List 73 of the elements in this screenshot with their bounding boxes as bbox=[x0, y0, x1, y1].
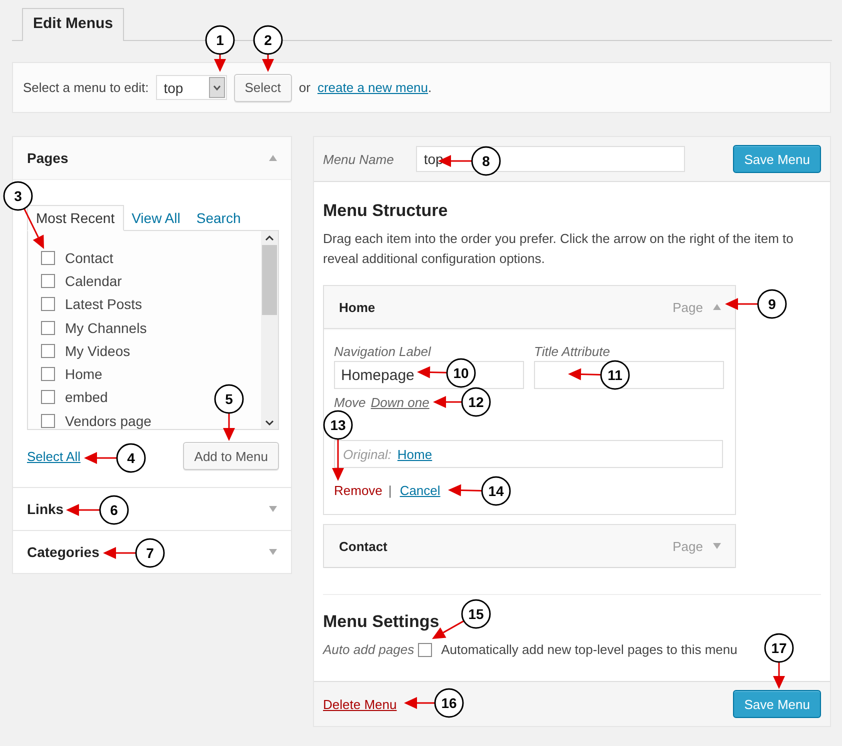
caret-up-icon[interactable] bbox=[265, 235, 274, 241]
callout: 14 bbox=[448, 476, 511, 506]
checkbox[interactable] bbox=[41, 274, 55, 288]
menu-structure-hint: Drag each item into the order you prefer. Click the arrow on the right of the item to reveal additional configuration options. bbox=[323, 230, 794, 268]
caret-down-icon[interactable] bbox=[265, 420, 274, 426]
select-button[interactable]: Select bbox=[234, 74, 292, 102]
checkbox[interactable] bbox=[41, 367, 55, 382]
scrollbar[interactable] bbox=[261, 231, 278, 429]
checkbox[interactable] bbox=[41, 250, 55, 265]
title-attribute-caption: Title Attribute bbox=[534, 344, 611, 359]
move-label: Move bbox=[334, 395, 366, 410]
checkbox[interactable] bbox=[41, 320, 55, 335]
separator: | bbox=[388, 483, 392, 498]
callout: 9 bbox=[725, 289, 787, 319]
section-title[interactable]: Categories bbox=[27, 544, 100, 560]
select-menu-label: Select a menu to edit: bbox=[23, 80, 149, 95]
remove-link[interactable]: Remove bbox=[334, 483, 382, 498]
checkbox[interactable] bbox=[41, 414, 55, 428]
page-label: Calendar bbox=[65, 272, 122, 289]
toggle-icon[interactable] bbox=[269, 506, 277, 512]
page-label: embed bbox=[65, 389, 108, 406]
toggle-icon[interactable] bbox=[713, 543, 721, 549]
callout: 5 bbox=[214, 384, 244, 441]
checkbox[interactable] bbox=[41, 390, 55, 404]
page-label: Vendors page bbox=[65, 412, 152, 429]
menu-structure-heading: Menu Structure bbox=[323, 201, 449, 221]
or-text: or bbox=[298, 80, 310, 95]
callout: 7 bbox=[103, 538, 165, 568]
item-type-label: Page bbox=[672, 300, 703, 314]
item-type-label: Page bbox=[672, 538, 703, 554]
callout: 4 bbox=[84, 443, 146, 473]
callout: 11 bbox=[568, 360, 630, 390]
create-menu-link[interactable]: create a new menu bbox=[317, 80, 428, 95]
section-title[interactable]: Links bbox=[27, 501, 64, 517]
callout: 10 bbox=[417, 358, 476, 388]
add-to-menu-button[interactable]: Add to Menu bbox=[183, 442, 279, 470]
checkbox[interactable] bbox=[41, 344, 55, 358]
pages-tab[interactable]: View All bbox=[124, 206, 188, 230]
callout: 17 bbox=[764, 633, 794, 689]
menu-dropdown[interactable]: top bbox=[156, 75, 227, 100]
original-label: Original: bbox=[343, 446, 392, 462]
callout: 1 bbox=[205, 25, 235, 72]
menu-item-title[interactable]: Home bbox=[339, 300, 376, 314]
delete-menu-link[interactable]: Delete Menu bbox=[323, 696, 397, 712]
callout: 6 bbox=[66, 495, 129, 525]
menu-settings-heading: Menu Settings bbox=[323, 612, 440, 632]
navigation-label-caption: Navigation Label bbox=[334, 344, 432, 359]
pages-title[interactable]: Pages bbox=[27, 150, 68, 166]
pages-tab[interactable]: Most Recent bbox=[27, 205, 124, 231]
checkbox[interactable] bbox=[418, 642, 432, 656]
toggle-icon[interactable] bbox=[269, 155, 277, 161]
menu-name-label: Menu Name bbox=[323, 152, 394, 166]
page-label: Home bbox=[65, 366, 102, 382]
page-label: My Channels bbox=[65, 320, 147, 336]
edit-menus-tab[interactable]: Edit Menus bbox=[22, 8, 124, 41]
callout: 16 bbox=[404, 688, 464, 718]
original-link[interactable]: Home bbox=[397, 446, 432, 462]
period-text: . bbox=[428, 80, 432, 95]
page-label: My Videos bbox=[65, 342, 130, 359]
down-one-link[interactable]: Down one bbox=[370, 395, 430, 410]
auto-add-label: Automatically add new top-level pages to this menu bbox=[441, 642, 738, 657]
callout: 2 bbox=[253, 25, 283, 72]
cancel-link[interactable]: Cancel bbox=[398, 483, 442, 498]
auto-add-caption: Auto add pages bbox=[323, 642, 414, 657]
toggle-icon[interactable] bbox=[269, 549, 277, 555]
page-label: Contact bbox=[65, 250, 114, 266]
page-label: Latest Posts bbox=[65, 296, 142, 312]
menu-item-title[interactable]: Contact bbox=[339, 538, 388, 554]
toggle-icon[interactable] bbox=[713, 304, 721, 310]
callout: 12 bbox=[433, 387, 491, 417]
checkbox[interactable] bbox=[41, 297, 55, 312]
pages-tab[interactable]: Search bbox=[188, 206, 249, 230]
select-all-link[interactable]: Select All bbox=[27, 448, 80, 464]
